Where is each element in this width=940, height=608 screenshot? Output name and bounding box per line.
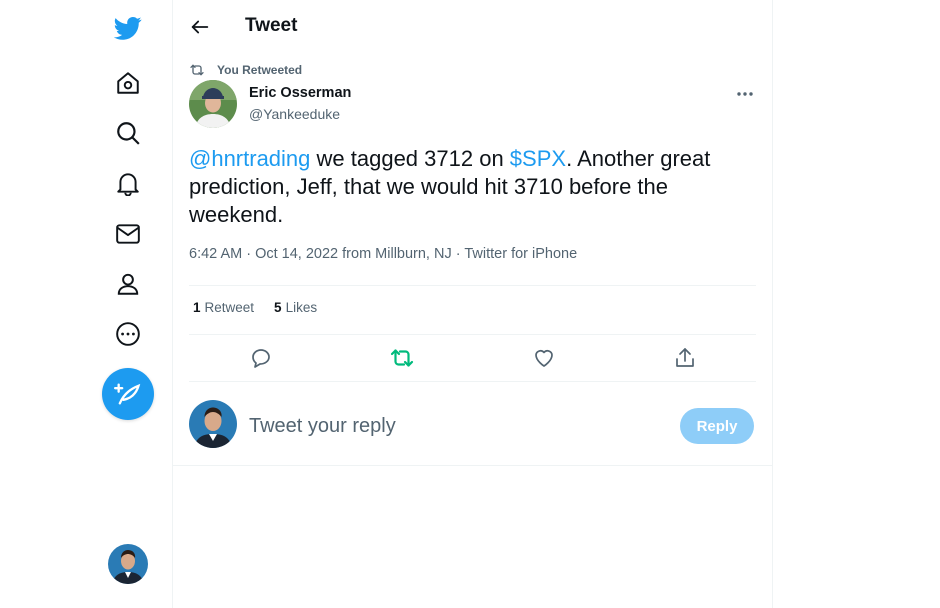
likes-count: 5 (274, 300, 282, 315)
account-avatar[interactable] (108, 544, 148, 584)
share-icon (673, 346, 697, 370)
tweet-text-part1: we tagged 3712 on (310, 146, 510, 171)
reply-button[interactable]: Reply (680, 408, 754, 444)
retweets-count: 1 (193, 300, 201, 315)
share-action-button[interactable] (673, 346, 697, 370)
feather-plus-icon (114, 380, 142, 408)
bell-icon (115, 170, 141, 196)
nav-more[interactable] (108, 314, 148, 354)
retweet-icon (390, 346, 414, 370)
comment-icon (249, 346, 273, 370)
cashtag-link[interactable]: $SPX (510, 146, 566, 171)
person-icon (115, 271, 141, 297)
author-handle[interactable]: @Yankeeduke (249, 106, 340, 122)
nav-messages[interactable] (108, 214, 148, 254)
back-button[interactable] (189, 14, 215, 40)
page-title: Tweet (245, 15, 298, 36)
likes-label: Likes (285, 300, 318, 315)
tweet-text: @hnrtrading we tagged 3712 on $SPX. Anot… (189, 145, 749, 229)
nav-home[interactable] (108, 63, 148, 103)
author-name[interactable]: Eric Osserman (249, 85, 351, 101)
heart-icon (532, 346, 556, 370)
search-icon (115, 120, 141, 146)
nav-explore[interactable] (108, 113, 148, 153)
divider (189, 381, 756, 382)
retweet-context: You Retweeted (189, 61, 302, 79)
retweets-label: Retweet (204, 300, 255, 315)
divider (189, 285, 756, 286)
compose-tweet-button[interactable] (102, 368, 154, 420)
tweet-meta[interactable]: 6:42 AM · Oct 14, 2022 from Millburn, NJ… (189, 246, 577, 262)
retweet-action-button[interactable] (390, 346, 414, 370)
retweets-stat[interactable]: 1 Retweet (193, 300, 254, 315)
main-column: Tweet You Retweeted Eric Osserman @Yanke… (172, 0, 773, 608)
divider (189, 334, 756, 335)
home-icon (115, 70, 141, 96)
reply-action-button[interactable] (249, 346, 273, 370)
more-circle-icon (115, 321, 141, 347)
mention-link[interactable]: @hnrtrading (189, 146, 310, 171)
retweet-icon (189, 62, 205, 78)
tweet-more-button[interactable] (735, 85, 757, 103)
reply-user-avatar[interactable] (189, 400, 237, 448)
tweet-stats: 1 Retweet 5 Likes (193, 300, 317, 315)
like-action-button[interactable] (532, 346, 556, 370)
arrow-left-icon (189, 14, 215, 40)
mail-icon (115, 221, 141, 247)
author-avatar[interactable] (189, 80, 237, 128)
nav-profile[interactable] (108, 264, 148, 304)
divider (173, 465, 772, 466)
twitter-logo-icon[interactable] (114, 14, 142, 42)
reply-input[interactable] (249, 412, 649, 440)
likes-stat[interactable]: 5 Likes (274, 300, 317, 315)
nav-notifications[interactable] (108, 163, 148, 203)
more-horizontal-icon (735, 85, 757, 103)
retweet-label: You Retweeted (217, 63, 303, 77)
